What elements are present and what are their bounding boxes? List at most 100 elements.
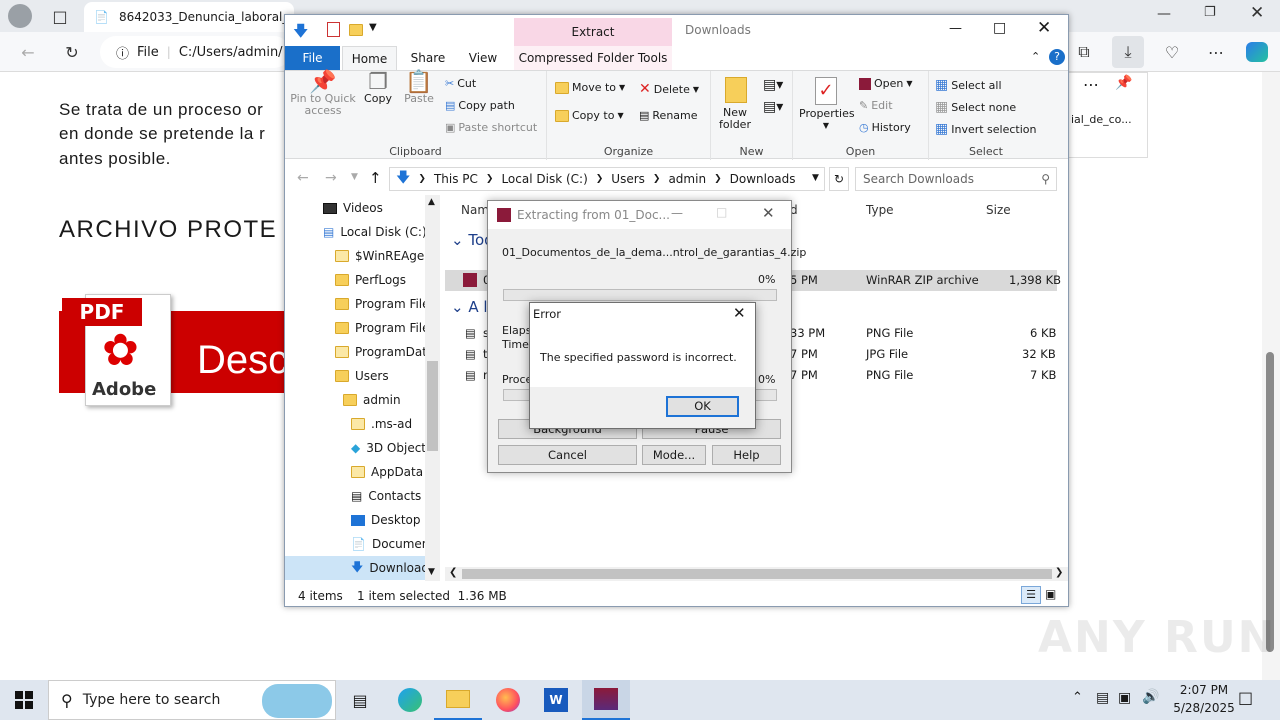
horizontal-scrollbar[interactable]: ❮ ❯ [445,567,1068,581]
cut-button[interactable]: ✂ Cut [445,77,476,90]
properties-button[interactable]: ✓ Properties ▼ [799,77,855,132]
nav-videos[interactable]: Videos [323,196,383,220]
h-scroll-thumb[interactable] [462,569,1052,579]
column-size[interactable]: Size [986,203,1011,217]
clock-date[interactable]: 5/28/2025 [1164,701,1244,715]
refresh-icon[interactable]: ↻ [56,36,88,68]
invert-selection-button[interactable]: ▦ Invert selection [935,121,1037,137]
scroll-left-icon[interactable]: ❮ [449,567,457,578]
browser-tab[interactable]: 📄 8642033_Denuncia_laboral_fisca [84,2,294,32]
delete-button[interactable]: ✕ Delete ▼ [639,81,699,97]
nav-program-files[interactable]: Program Files [335,292,425,316]
nav-local-disk[interactable]: ▤ Local Disk (C:) [323,220,427,244]
up-icon[interactable]: ↑ [369,169,382,187]
close-icon[interactable]: ✕ [1037,18,1051,38]
wifi-icon[interactable]: ▣ [1118,690,1131,706]
firefox-button[interactable] [484,680,532,720]
back-icon[interactable]: ← [12,36,44,68]
file-explorer-button[interactable] [434,680,482,720]
cancel-button[interactable]: Cancel [498,445,637,465]
minimize-icon[interactable]: — [1157,6,1171,22]
minimize-icon[interactable]: — [949,21,962,36]
scroll-down-icon[interactable]: ▼ [428,567,435,577]
column-type[interactable]: Type [866,203,894,217]
clock-time[interactable]: 2:07 PM [1172,683,1236,697]
scroll-right-icon[interactable]: ❯ [1055,567,1063,578]
close-icon[interactable]: ✕ [733,304,746,322]
pin-icon[interactable]: 📌 [1115,75,1132,91]
mode-button[interactable]: Mode... [642,445,706,465]
breadcrumb[interactable]: 🡇 ❯ This PC ❯ Local Disk (C:) ❯ Users ❯ adm… [389,167,825,191]
new-folder-qa-icon[interactable] [349,24,363,39]
nav-scrollbar[interactable]: ▲ ▼ [425,195,440,581]
profile-avatar[interactable] [8,4,32,28]
health-icon[interactable]: ♡ [1156,36,1188,68]
ok-button[interactable]: OK [666,396,739,417]
column-name[interactable]: Nam [461,203,489,217]
help-icon[interactable]: ? [1049,49,1065,65]
breadcrumb-local-disk[interactable]: Local Disk (C:) [501,172,587,186]
history-button[interactable]: ◷ History [859,121,911,134]
restore-icon[interactable]: ❐ [1204,5,1216,20]
nav-contacts[interactable]: ▤ Contacts [351,484,421,508]
paste-shortcut-button[interactable]: ▣ Paste shortcut [445,121,537,134]
help-button[interactable]: Help [712,445,781,465]
nav-perflogs[interactable]: PerfLogs [335,268,406,292]
nav-3d-objects[interactable]: ◆ 3D Objects [351,436,425,460]
task-view-button[interactable]: ▤ [336,680,384,720]
downloads-icon[interactable]: ⤓ [1112,36,1144,68]
copy-to-button[interactable]: Copy to ▼ [555,109,624,122]
breadcrumb-this-pc[interactable]: This PC [434,172,478,186]
move-to-button[interactable]: Move to ▼ [555,81,625,94]
nav-programdata[interactable]: ProgramData [335,340,425,364]
qa-dropdown-icon[interactable]: ▼ [369,22,377,33]
nav-program-files-x86[interactable]: Program Files [335,316,425,340]
minimize-icon[interactable]: — [671,206,683,220]
nav-appdata[interactable]: AppData [351,460,423,484]
tab-compressed-folder-tools[interactable]: Compressed Folder Tools [514,46,672,70]
nav-ms-ad[interactable]: .ms-ad [351,412,412,436]
details-view-icon[interactable]: ☰ [1021,586,1041,604]
breadcrumb-downloads[interactable]: Downloads [730,172,796,186]
open-button[interactable]: Open ▼ [859,77,913,90]
rename-button[interactable]: ▤ Rename [639,109,698,122]
breadcrumb-users[interactable]: Users [611,172,645,186]
more-icon[interactable]: ⋯ [1083,75,1099,94]
nav-desktop[interactable]: Desktop [351,508,421,532]
edit-button[interactable]: ✎ Edit [859,99,893,112]
page-scrollbar[interactable] [1262,72,1280,680]
copilot-icon[interactable] [1246,42,1268,62]
nav-admin[interactable]: admin [343,388,401,412]
recent-dropdown-icon[interactable]: ▼ [351,172,358,182]
properties-qa-icon[interactable] [327,22,340,37]
start-button[interactable] [0,680,48,720]
tab-actions-icon[interactable]: □ [44,0,76,32]
search-box[interactable]: Search Downloads ⚲ [855,167,1057,191]
close-icon[interactable]: ✕ [1250,3,1264,23]
show-hidden-icons[interactable]: ⌃ [1072,690,1083,705]
more-icon[interactable]: ⋯ [1200,36,1232,68]
notifications-icon[interactable]: □ [1238,688,1253,707]
maximize-icon[interactable]: □ [993,20,1006,36]
back-icon[interactable]: ← [297,170,309,186]
copy-path-button[interactable]: ▤ Copy path [445,99,515,112]
new-folder-button[interactable]: New folder [715,77,757,131]
pin-quick-access-button[interactable]: 📌 Pin to Quick access [289,72,357,117]
edge-button[interactable] [386,680,434,720]
select-none-button[interactable]: ▦ Select none [935,99,1016,115]
close-icon[interactable]: ✕ [762,204,775,222]
new-item-icon[interactable]: ▤▾ [763,77,783,93]
collections-icon[interactable]: ⧉ [1068,36,1100,68]
forward-icon[interactable]: → [325,170,337,186]
easy-access-icon[interactable]: ▤▾ [763,99,783,115]
large-icons-view-icon[interactable]: ▣ [1045,587,1056,601]
breadcrumb-admin[interactable]: admin [668,172,706,186]
nav-downloads[interactable]: 🡇 Downloads [285,556,425,580]
select-all-button[interactable]: ▦ Select all [935,77,1002,93]
winrar-button[interactable] [582,680,630,720]
nav-users[interactable]: Users [335,364,389,388]
nav-scroll-thumb[interactable] [427,361,438,451]
address-bar[interactable]: ⓘ File | C:/Users/admin/ [100,36,290,68]
scroll-up-icon[interactable]: ▲ [428,197,435,207]
nav-winreagent[interactable]: $WinREAgent [335,244,425,268]
